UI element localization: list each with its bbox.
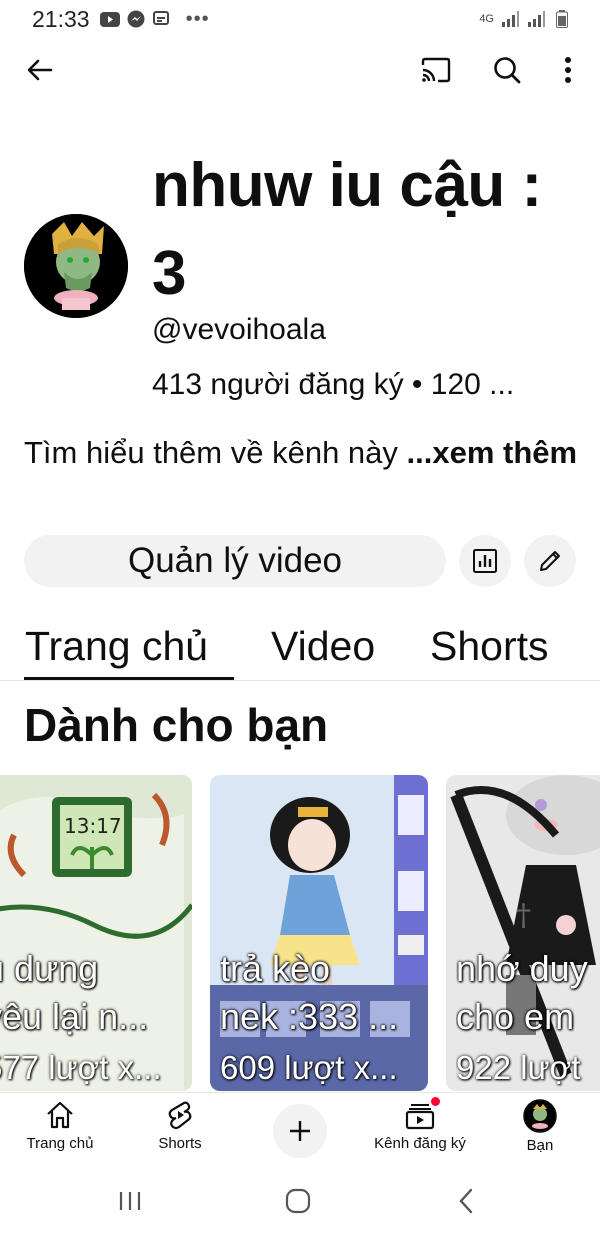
- short-title-line2: nek :333 ...: [220, 996, 399, 1037]
- analytics-icon: [473, 549, 497, 573]
- search-icon: [494, 57, 521, 84]
- channel-stats[interactable]: 413 người đăng ký • 120 ...: [152, 368, 514, 402]
- youtube-notification-icon: [99, 10, 120, 28]
- home-system-button[interactable]: [278, 1186, 318, 1216]
- top-app-bar: [0, 40, 600, 100]
- channel-about[interactable]: Tìm hiểu thêm về kênh này ...xem thêm: [24, 430, 584, 476]
- signal-icon: [500, 10, 520, 28]
- short-views: 922 lượt: [456, 1049, 581, 1086]
- short-views: 577 lượt x...: [0, 1049, 162, 1086]
- nav-shorts[interactable]: Shorts: [120, 1099, 240, 1152]
- status-system-icons: 4G: [479, 10, 572, 28]
- short-title-line2: yêu lại n...: [0, 996, 149, 1037]
- back-button[interactable]: [18, 48, 62, 92]
- short-title-line1: ụ dưng: [0, 948, 99, 989]
- status-notifications: •••: [99, 7, 210, 31]
- tab-shorts[interactable]: Shorts: [430, 623, 549, 670]
- short-title-line2: cho em: [456, 996, 575, 1037]
- short-card[interactable]: trả kèo nek :333 ... 609 lượt x...: [210, 775, 428, 1091]
- channel-name: nhuw iu cậu : 3: [152, 151, 542, 308]
- bottom-navigation: Trang chủ Shorts Kênh đăng ký Bạn: [0, 1092, 600, 1168]
- more-options-button[interactable]: [546, 48, 590, 92]
- nav-home-label: Trang chủ: [26, 1135, 94, 1152]
- chevron-left-icon: [459, 1188, 473, 1214]
- recent-apps-button[interactable]: [110, 1186, 150, 1216]
- tab-videos[interactable]: Video: [271, 623, 375, 670]
- short-title-line1: nhớ duy: [456, 948, 588, 989]
- nav-home[interactable]: Trang chủ: [0, 1099, 120, 1152]
- more-notifications-indicator: •••: [185, 7, 210, 30]
- svg-text:13:17: 13:17: [64, 814, 122, 838]
- channel-tabs: Trang chủ Video Shorts: [0, 615, 600, 681]
- system-navigation-bar: [0, 1170, 600, 1233]
- edit-channel-button[interactable]: [524, 535, 576, 587]
- short-card[interactable]: † nhớ duy cho em 922 lượt: [446, 775, 600, 1091]
- subscriptions-icon-wrap: [404, 1095, 442, 1131]
- pencil-icon: [540, 551, 560, 571]
- more-vert-icon: [565, 57, 571, 83]
- recent-apps-icon: [119, 1192, 141, 1210]
- status-bar: 21:33 ••• 4G: [0, 0, 600, 38]
- analytics-button[interactable]: [459, 535, 511, 587]
- notification-badge: [429, 1095, 442, 1108]
- shorts-icon: [168, 1101, 192, 1130]
- manage-videos-button[interactable]: Quản lý video: [24, 535, 446, 587]
- short-thumbnail: [210, 775, 428, 1091]
- about-text: Tìm hiểu thêm về kênh này: [24, 435, 407, 470]
- channel-handle: @vevoihoala: [152, 313, 326, 346]
- network-type-label: 4G: [479, 13, 494, 25]
- shorts-shelf: 13:17 ụ dưng yêu lại n... 577 lượt x...: [0, 775, 600, 1091]
- short-title-line1: trả kèo: [220, 948, 331, 989]
- nav-subscriptions-label: Kênh đăng ký: [374, 1135, 466, 1152]
- plus-icon: [290, 1121, 310, 1141]
- battery-icon: [552, 10, 572, 28]
- cast-icon: [421, 57, 451, 83]
- short-thumbnail: †: [446, 775, 600, 1091]
- tab-selected-indicator: [24, 677, 234, 680]
- status-time: 21:33: [32, 5, 90, 32]
- section-title: Dành cho bạn: [24, 699, 329, 751]
- svg-text:†: †: [516, 898, 531, 933]
- create-button[interactable]: [273, 1104, 327, 1158]
- system-back-button[interactable]: [446, 1186, 486, 1216]
- short-views: 609 lượt x...: [220, 1049, 398, 1086]
- cast-button[interactable]: [414, 48, 458, 92]
- signal-icon-2: [526, 10, 546, 28]
- nav-you-label: Bạn: [526, 1137, 554, 1154]
- messenger-notification-icon: [126, 10, 146, 28]
- home-icon: [47, 1101, 73, 1129]
- avatar-icon: [523, 1099, 557, 1133]
- channel-avatar[interactable]: [24, 214, 128, 318]
- nav-you[interactable]: Bạn: [480, 1099, 600, 1154]
- tab-home[interactable]: Trang chủ: [25, 623, 208, 670]
- app-notification-icon: [152, 10, 172, 28]
- short-card[interactable]: 13:17 ụ dưng yêu lại n... 577 lượt x...: [0, 775, 192, 1091]
- nav-shorts-label: Shorts: [158, 1135, 202, 1152]
- avatar-image: [24, 214, 128, 318]
- search-button[interactable]: [485, 48, 529, 92]
- home-circle-icon: [285, 1188, 311, 1214]
- nav-subscriptions[interactable]: Kênh đăng ký: [360, 1095, 480, 1152]
- see-more-link[interactable]: ...xem thêm: [407, 435, 578, 470]
- arrow-left-icon: [27, 59, 53, 81]
- short-thumbnail: 13:17: [0, 775, 192, 1091]
